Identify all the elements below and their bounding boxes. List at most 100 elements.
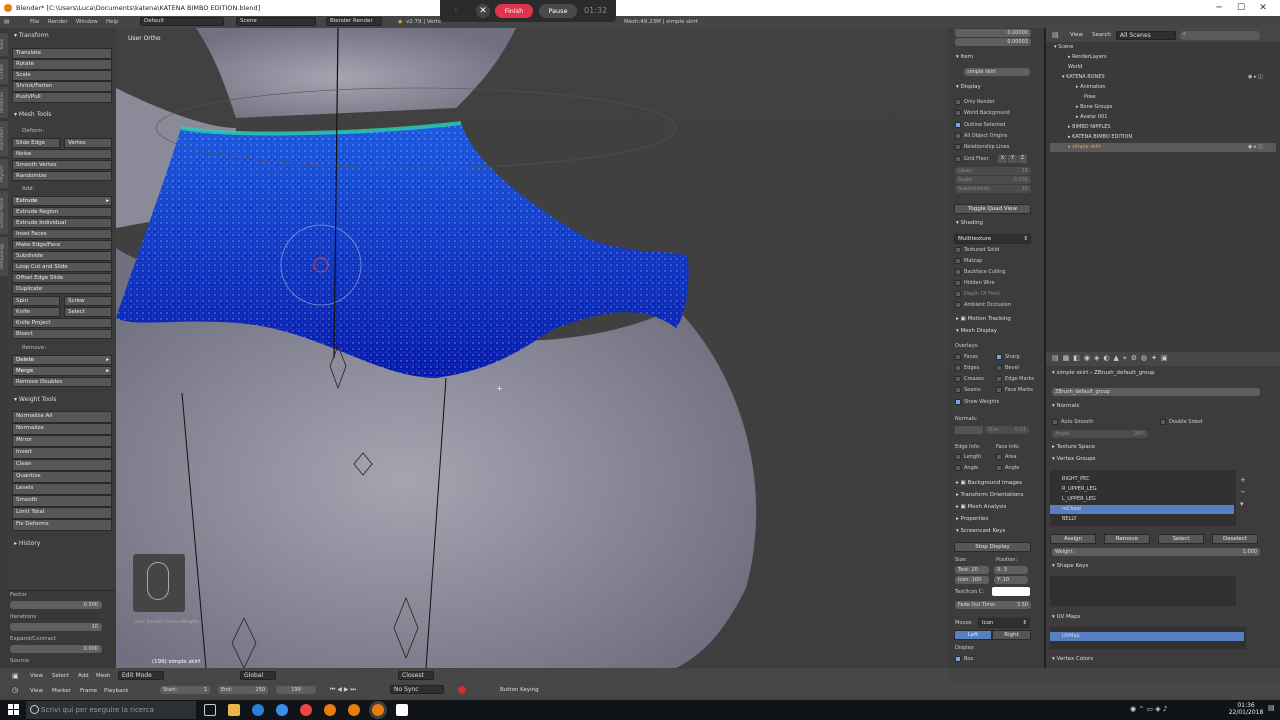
orientation-select[interactable]: Global [240, 671, 276, 680]
timeline-marker-menu[interactable]: Marker [52, 688, 71, 694]
randomize-button[interactable]: Randomize [12, 171, 112, 181]
chrome-icon[interactable] [300, 704, 312, 716]
edge-angle-checkbox[interactable] [955, 465, 961, 471]
tab-tools[interactable]: Tools [0, 32, 8, 56]
taskbar-search-input[interactable]: Scrivi qui per eseguire la ricerca [26, 701, 196, 719]
text-size-field[interactable]: Text: 20 [955, 566, 989, 574]
browser-icon[interactable] [276, 704, 288, 716]
remove-doubles-button[interactable]: Remove Doubles [12, 377, 112, 387]
properties-tabs-icons[interactable]: ▤▦◧◉◈◐▲⌖⚙◍✦▣ [1052, 354, 1172, 363]
menu-window[interactable]: Window [76, 16, 98, 28]
menu-file[interactable]: File [30, 16, 39, 28]
show-weights-checkbox[interactable] [955, 399, 961, 405]
grid-subdivisions-field[interactable]: Subdivisions: 10 [955, 185, 1031, 193]
outliner-item-avatar[interactable]: ▸ Avatar 001 [1050, 113, 1276, 122]
grid-scale-field[interactable]: Scale: 0.001 [955, 176, 1031, 184]
backface-culling-checkbox[interactable] [955, 269, 961, 275]
shape-keys-header[interactable]: ▾ Shape Keys [1052, 563, 1088, 569]
tab-physics[interactable]: Physics [0, 158, 8, 188]
windows-start-icon[interactable] [8, 704, 19, 715]
z-field[interactable]: 0.00003 [955, 38, 1031, 46]
spin-button[interactable]: Spin [12, 296, 60, 306]
tab-relations[interactable]: Relations [0, 86, 8, 118]
maximize-button[interactable]: ☐ [1230, 0, 1252, 16]
screencast-keys-header[interactable]: ▾ Screencast Keys [956, 528, 1005, 534]
grid-x-toggle[interactable]: X [998, 155, 1007, 163]
menu-add[interactable]: Add [78, 673, 89, 679]
edge-browser-icon[interactable] [252, 704, 264, 716]
tab-create[interactable]: Create [0, 58, 8, 84]
translate-button[interactable]: Translate [12, 48, 112, 59]
limit-total-button[interactable]: Limit Total [12, 507, 112, 519]
auto-smooth-checkbox[interactable] [1052, 419, 1058, 425]
scale-button[interactable]: Scale [12, 70, 112, 81]
fade-out-field[interactable]: Fade Out Time: 3.50 [955, 601, 1031, 609]
knife-project-button[interactable]: Knife Project [12, 318, 112, 328]
normals-header[interactable]: ▾ Normals [1052, 403, 1079, 409]
outliner-scope-select[interactable]: All Scenes [1116, 31, 1176, 40]
tab-grease-pencil[interactable]: Grease Pencil [0, 190, 8, 234]
grid-lines-field[interactable]: Lines: 16 [955, 167, 1031, 175]
icon-size-field[interactable]: Icon: 100 [955, 576, 989, 584]
taskbar-clock[interactable]: 01:36 22/01/2018 [1226, 702, 1266, 716]
app-taskbar-icon[interactable] [396, 704, 408, 716]
only-render-checkbox[interactable] [955, 99, 961, 105]
display-header[interactable]: ▾ Display [956, 84, 981, 90]
screw-button[interactable]: Screw [64, 296, 112, 306]
blender-taskbar-icon-2[interactable] [348, 704, 360, 716]
angle-field[interactable]: Angle: 180° [1052, 430, 1148, 438]
all-origins-checkbox[interactable] [955, 133, 961, 139]
sharp-checkbox[interactable] [996, 354, 1002, 360]
outliner-item-katena-bimbo[interactable]: ▸ KATENA BIMBO EDITION [1050, 133, 1276, 142]
vgroup-name-field[interactable]: ZBrush_default_group [1052, 388, 1260, 396]
left-button[interactable]: Left [954, 630, 992, 640]
stop-display-button[interactable]: Stop Display [954, 542, 1031, 552]
weight-tools-header[interactable]: ▾ Weight Tools [14, 396, 57, 403]
matcap-checkbox[interactable] [955, 258, 961, 264]
viewport-editor-icon[interactable]: ▣ [12, 672, 19, 680]
editor-type-icon[interactable]: ▤ [4, 16, 9, 28]
box-checkbox[interactable] [955, 656, 961, 662]
sync-select[interactable]: No Sync [390, 685, 444, 694]
end-frame-field[interactable]: End: 250 [218, 686, 268, 694]
knife-button[interactable]: Knife [12, 307, 60, 317]
motion-tracking-header[interactable]: ▸ ▣ Motion Tracking [956, 316, 1011, 322]
outline-selected-checkbox[interactable] [955, 122, 961, 128]
file-explorer-icon[interactable] [228, 704, 240, 716]
textured-solid-checkbox[interactable] [955, 247, 961, 253]
snap-target-select[interactable]: Closest [398, 671, 434, 680]
hidden-wire-checkbox[interactable] [955, 280, 961, 286]
current-frame-field[interactable]: 199 [276, 686, 316, 694]
duplicate-button[interactable]: Duplicate [12, 284, 112, 294]
extrude-individual-button[interactable]: Extrude Individual [12, 218, 112, 228]
shading-mode-select[interactable]: Multitexture ⇕ [954, 234, 1031, 244]
transform-panel-header[interactable]: ▾ Transform [14, 32, 49, 39]
quantize-button[interactable]: Quantize [12, 471, 112, 483]
push-pull-button[interactable]: Push/Pull [12, 92, 112, 103]
edges-checkbox[interactable] [955, 365, 961, 371]
uv-map-item[interactable]: UVMap [1050, 632, 1244, 641]
blender-taskbar-icon-active[interactable] [372, 704, 384, 716]
recorder-close-button[interactable]: ✕ [476, 4, 490, 18]
faces-checkbox[interactable] [955, 354, 961, 360]
edge-marks-checkbox[interactable] [996, 376, 1002, 382]
vertex-groups-header[interactable]: ▾ Vertex Groups [1052, 456, 1096, 462]
grid-floor-checkbox[interactable] [955, 156, 961, 162]
clean-button[interactable]: Clean [12, 459, 112, 471]
levels-button[interactable]: Levels [12, 483, 112, 495]
mesh-analysis-header[interactable]: ▸ ▣ Mesh Analysis [956, 504, 1006, 510]
relationship-lines-checkbox[interactable] [955, 144, 961, 150]
layout-select[interactable]: Default [140, 17, 224, 26]
vertex-colors-header[interactable]: ▾ Vertex Colors [1052, 656, 1093, 662]
outliner-view-menu[interactable]: View [1070, 32, 1083, 38]
text-icon-color-swatch[interactable] [992, 587, 1030, 596]
render-engine-select[interactable]: Blender Render [326, 17, 382, 26]
tab-retopology[interactable]: Retopology [0, 236, 8, 276]
recorder-pause-button[interactable]: Pause [539, 4, 577, 18]
menu-view[interactable]: View [30, 673, 43, 679]
face-area-checkbox[interactable] [996, 454, 1002, 460]
mouse-mode-select[interactable]: Icon ⇕ [978, 618, 1030, 628]
make-edge-face-button[interactable]: Make Edge/Face [12, 240, 112, 250]
seams-checkbox[interactable] [955, 387, 961, 393]
vgroup-item[interactable]: R_UPPER_LEG [1050, 485, 1230, 494]
